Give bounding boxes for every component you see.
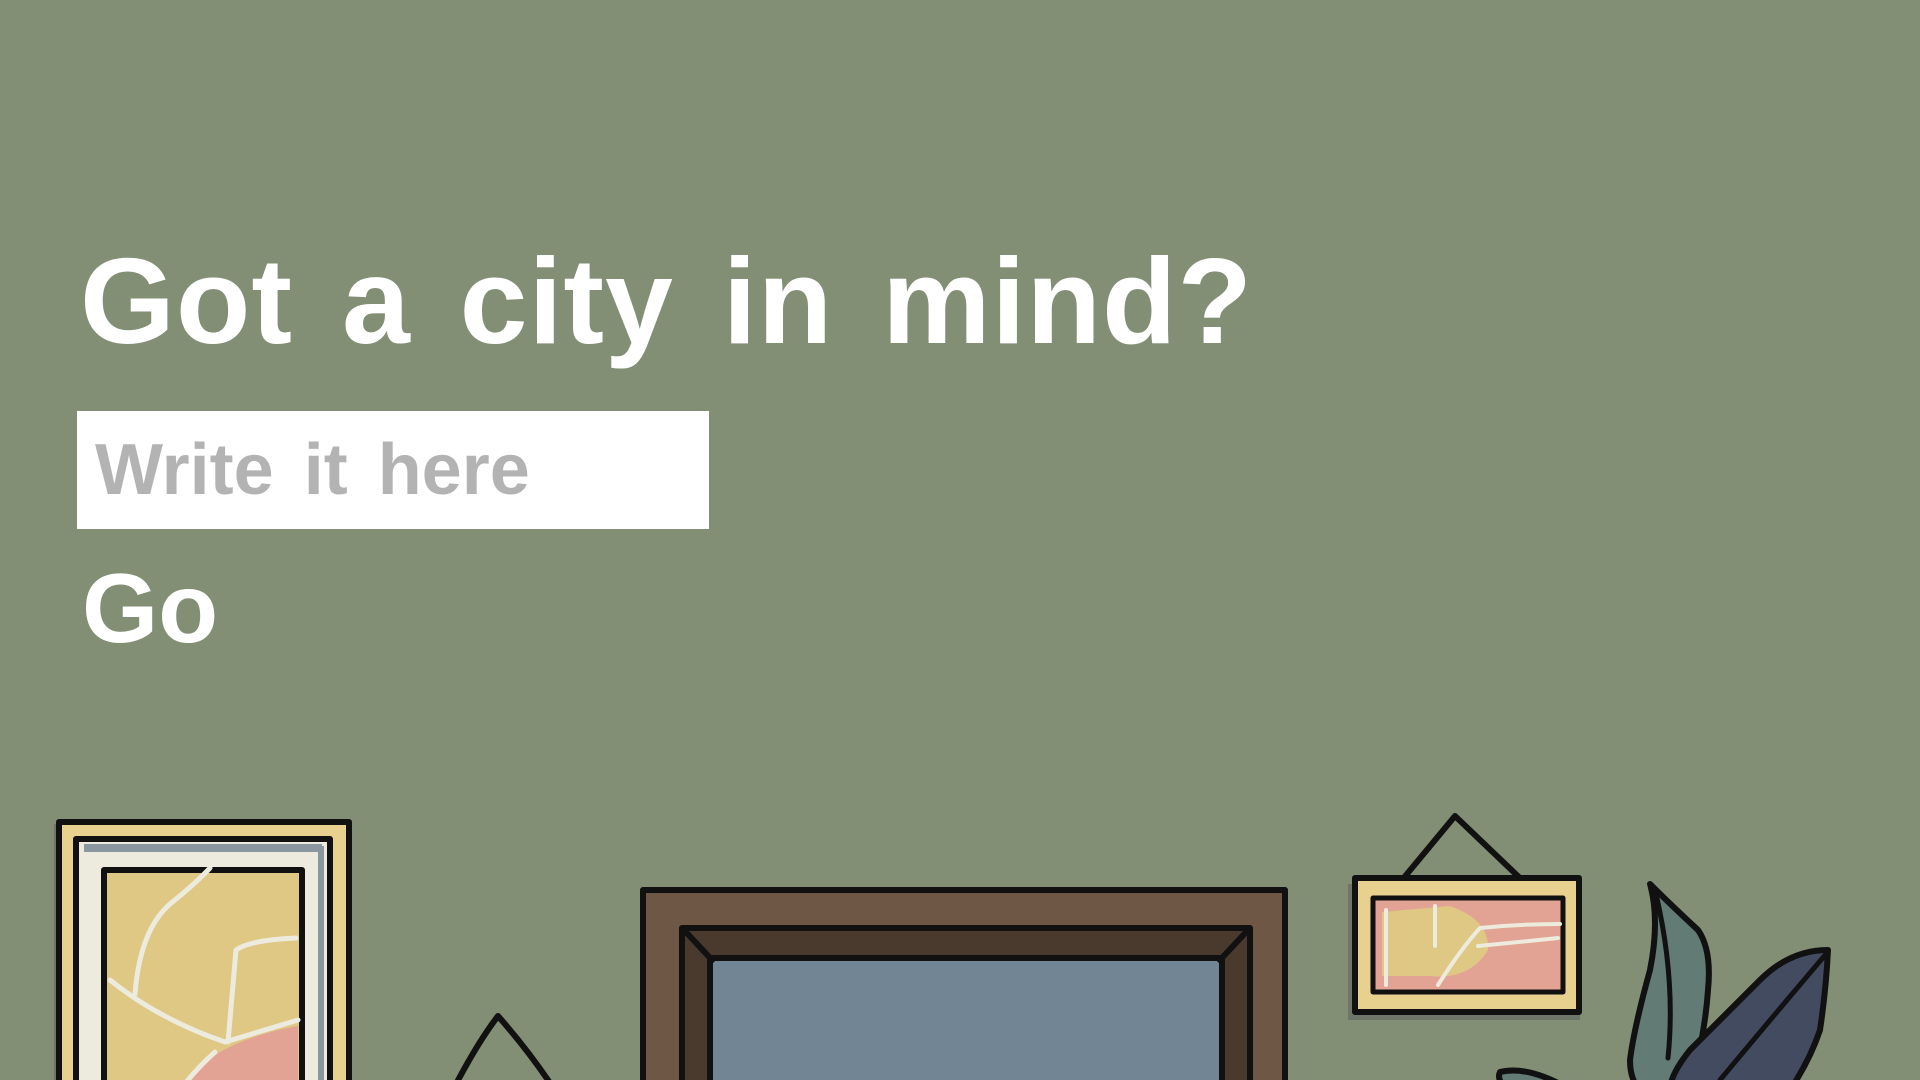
- map-frame-hanging: [1348, 813, 1582, 1020]
- window: [640, 887, 1288, 1080]
- city-prompt-title: Got a city in mind?: [80, 233, 1254, 369]
- room-illustration: [0, 780, 1920, 1080]
- go-button[interactable]: Go: [82, 556, 218, 660]
- map-frame-left: [54, 819, 352, 1080]
- city-input[interactable]: [77, 411, 709, 529]
- plant-left: [454, 1013, 552, 1080]
